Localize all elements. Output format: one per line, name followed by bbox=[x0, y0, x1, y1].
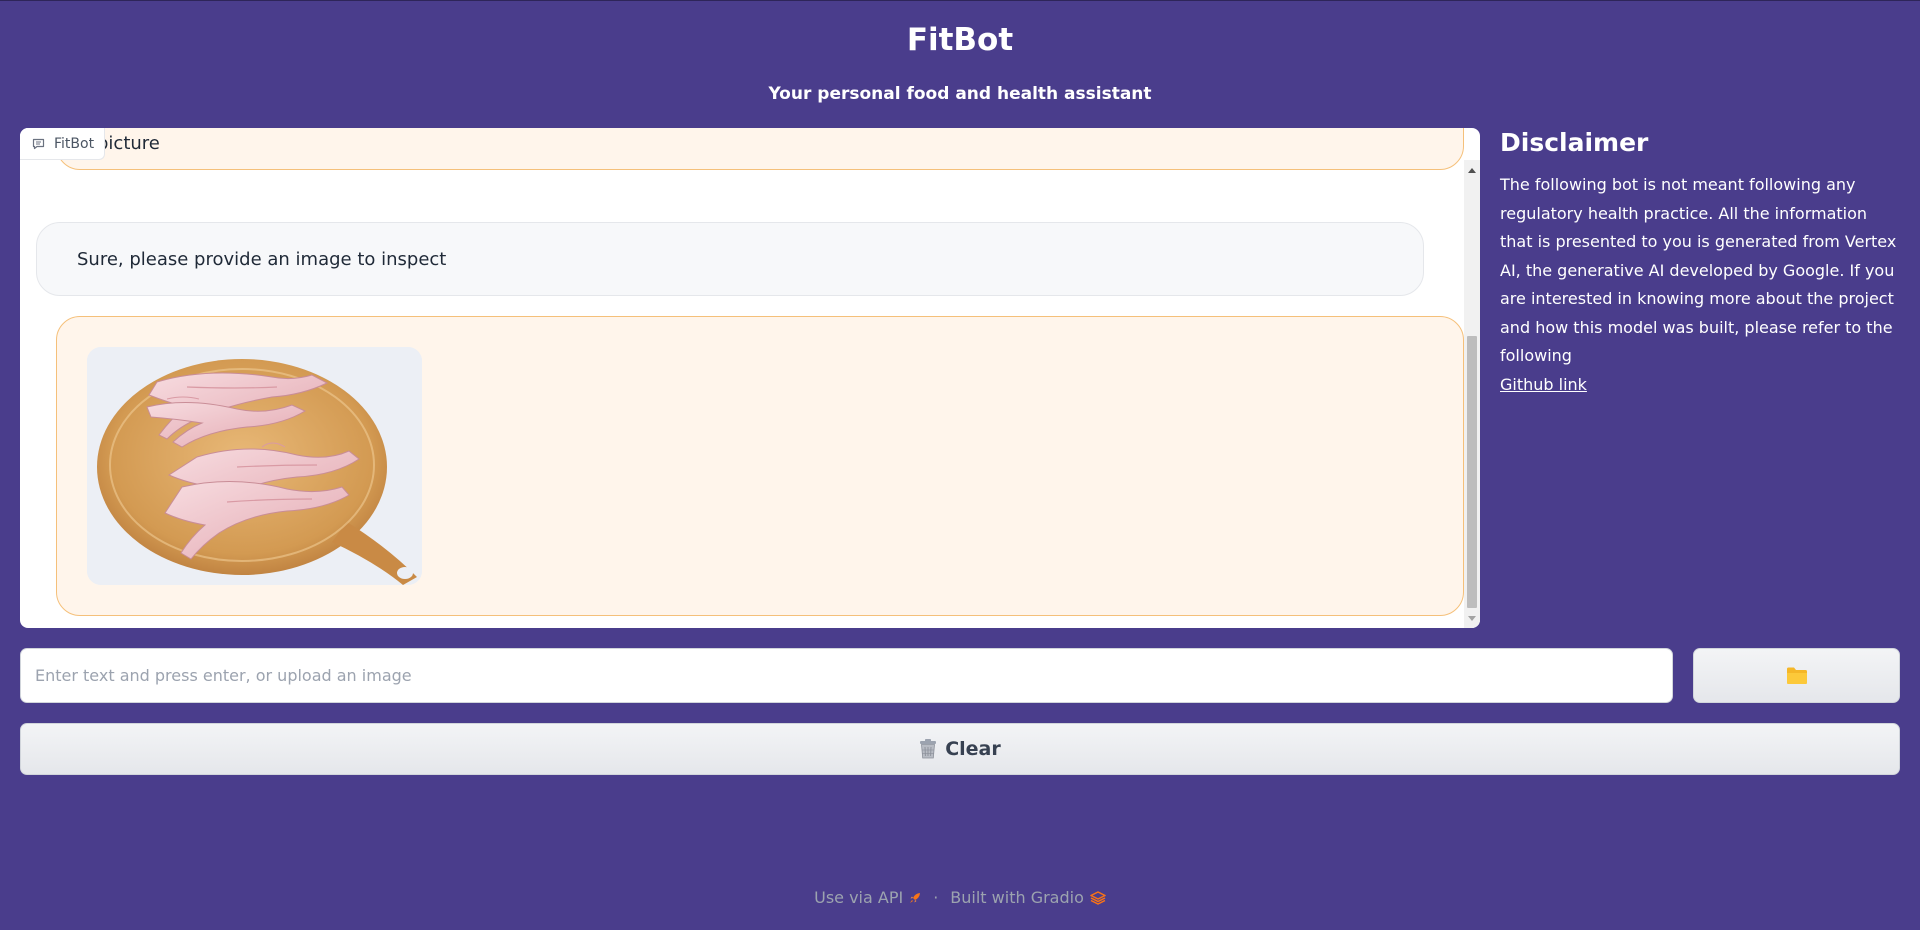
chat-scrollbar[interactable] bbox=[1464, 160, 1480, 628]
top-border bbox=[0, 0, 1920, 1]
clear-button-label: Clear bbox=[945, 738, 1001, 760]
api-link-text: Use via API bbox=[814, 888, 904, 907]
footer: Use via API · Built with Gradio bbox=[0, 888, 1920, 907]
disclaimer-text: The following bot is not meant following… bbox=[1500, 175, 1897, 365]
disclaimer-title: Disclaimer bbox=[1500, 128, 1649, 157]
chicken-wings-image[interactable] bbox=[87, 347, 422, 585]
rocket-icon bbox=[910, 892, 921, 903]
app-root: FitBot Your personal food and health ass… bbox=[0, 0, 1920, 930]
chat-icon bbox=[32, 138, 45, 149]
user-message-text: picture bbox=[97, 133, 160, 154]
gradio-logo-icon bbox=[1090, 890, 1106, 905]
trash-icon bbox=[920, 739, 937, 759]
page-subtitle: Your personal food and health assistant bbox=[768, 84, 1152, 104]
user-message: picture bbox=[56, 128, 1464, 170]
scroll-down-arrow-icon[interactable] bbox=[1468, 616, 1476, 621]
clear-button[interactable]: Clear bbox=[20, 723, 1900, 775]
chatbot-label: FitBot bbox=[20, 128, 106, 160]
user-image-message bbox=[56, 316, 1464, 616]
github-link[interactable]: Github link bbox=[1500, 375, 1587, 394]
disclaimer-body: The following bot is not meant following… bbox=[1500, 171, 1900, 399]
folder-icon bbox=[1786, 667, 1807, 684]
gradio-link-text: Built with Gradio bbox=[950, 888, 1084, 907]
footer-separator: · bbox=[933, 888, 939, 907]
bot-message-text: Sure, please provide an image to inspect bbox=[77, 248, 447, 270]
use-via-api-link[interactable]: Use via API bbox=[814, 888, 921, 907]
scroll-up-arrow-icon[interactable] bbox=[1468, 168, 1476, 173]
message-input[interactable] bbox=[20, 648, 1673, 703]
chatbot-label-text: FitBot bbox=[54, 135, 95, 152]
scrollbar-thumb[interactable] bbox=[1467, 336, 1477, 608]
disclaimer-panel: Disclaimer The following bot is not mean… bbox=[1500, 128, 1900, 399]
built-with-gradio-link[interactable]: Built with Gradio bbox=[950, 888, 1106, 907]
page-title: FitBot bbox=[906, 22, 1014, 58]
chatbot-panel[interactable]: FitBot picture Sure, please provide an i… bbox=[20, 128, 1480, 628]
chat-messages[interactable]: picture Sure, please provide an image to… bbox=[20, 128, 1480, 628]
upload-image-button[interactable] bbox=[1693, 648, 1900, 703]
bot-message: Sure, please provide an image to inspect bbox=[36, 222, 1424, 296]
